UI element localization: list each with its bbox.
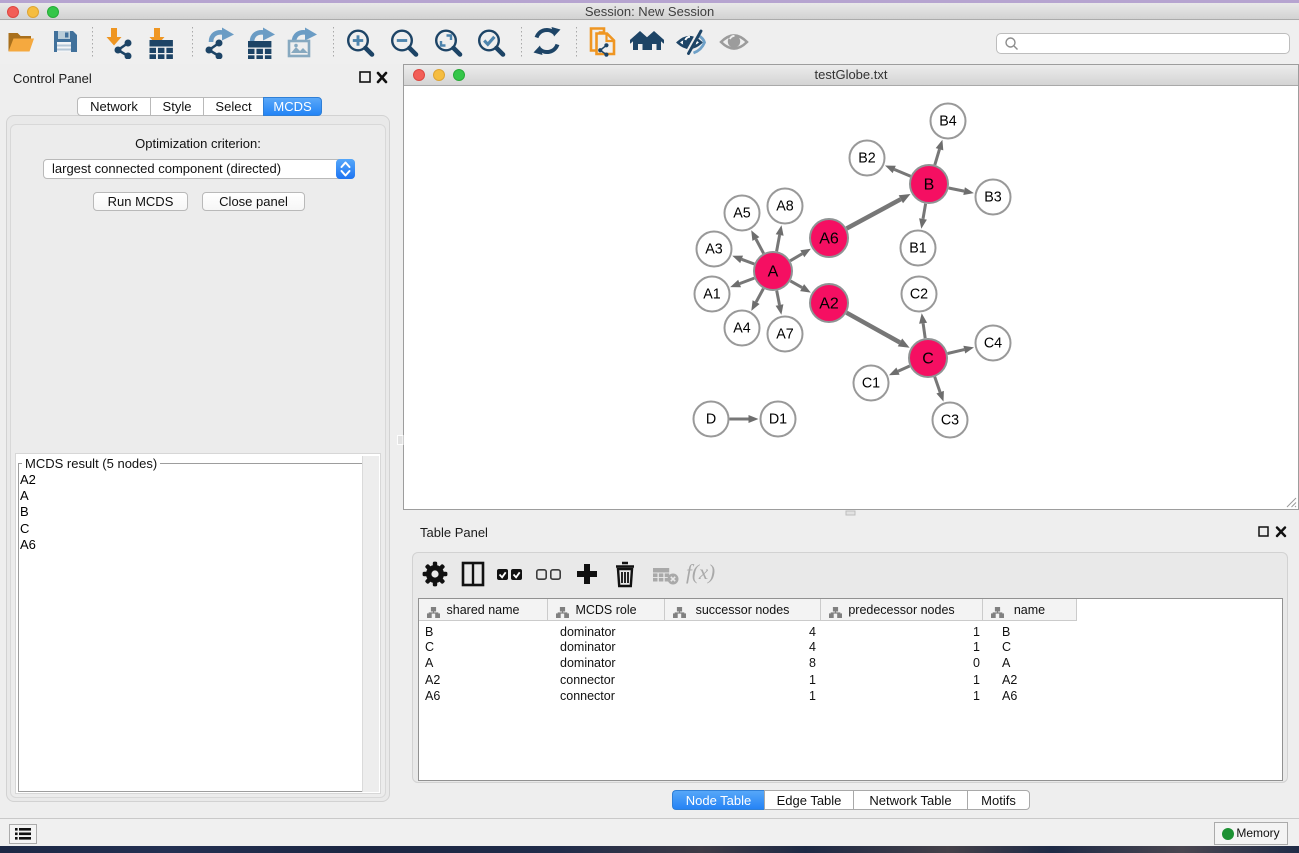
svg-text:A7: A7 — [776, 327, 794, 343]
svg-text:A1: A1 — [703, 287, 721, 303]
svg-text:A6: A6 — [819, 231, 839, 248]
svg-text:A5: A5 — [733, 206, 751, 222]
svg-text:B1: B1 — [909, 241, 927, 257]
svg-text:C3: C3 — [941, 413, 959, 429]
svg-text:D1: D1 — [769, 412, 787, 428]
svg-text:D: D — [706, 412, 716, 428]
svg-text:C2: C2 — [910, 287, 928, 303]
svg-text:C4: C4 — [984, 336, 1002, 352]
svg-text:C1: C1 — [862, 376, 880, 392]
svg-text:A8: A8 — [776, 199, 794, 215]
svg-text:C: C — [922, 351, 934, 368]
svg-text:A2: A2 — [819, 296, 839, 313]
svg-text:B3: B3 — [984, 190, 1002, 206]
svg-text:B2: B2 — [858, 151, 876, 167]
svg-text:B4: B4 — [939, 114, 957, 130]
svg-text:A4: A4 — [733, 321, 751, 337]
svg-text:B: B — [924, 177, 935, 194]
svg-text:A3: A3 — [705, 242, 723, 258]
svg-text:A: A — [768, 264, 779, 281]
